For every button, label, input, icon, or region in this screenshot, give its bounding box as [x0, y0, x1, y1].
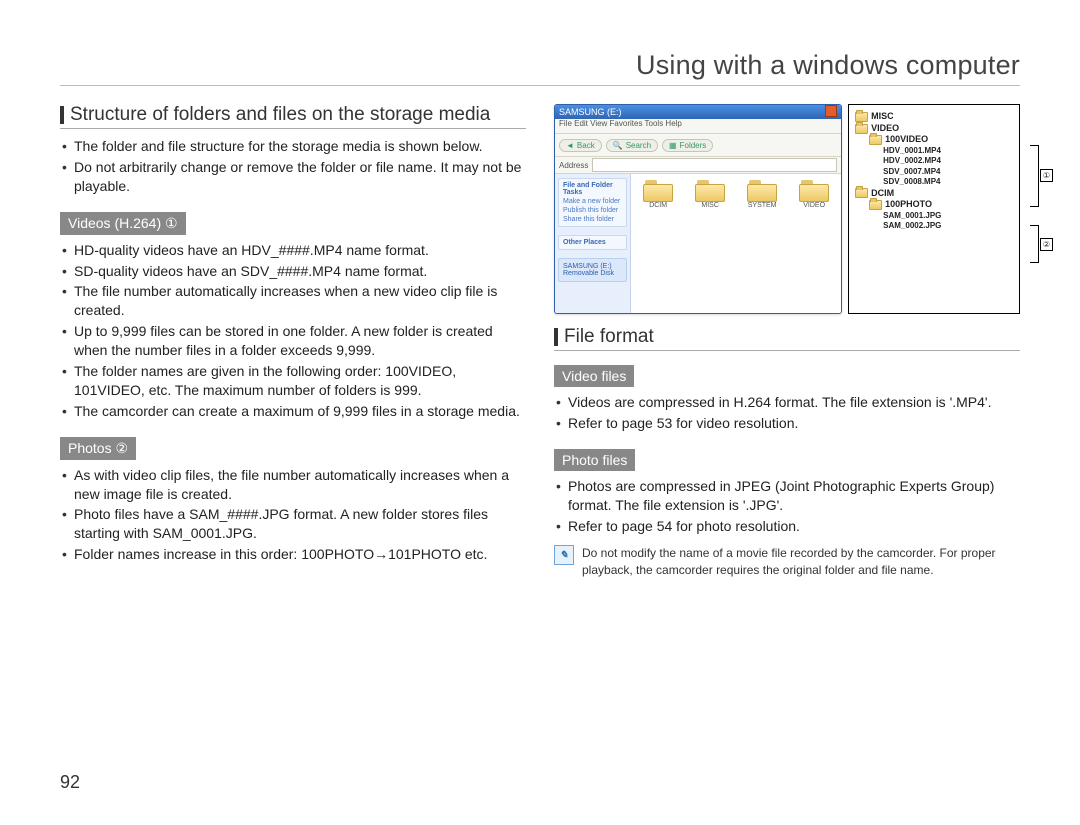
bullet: Folder names increase in this order: 100…: [60, 545, 526, 564]
folder-item: SYSTEM: [741, 180, 783, 209]
folder-item: DCIM: [637, 180, 679, 209]
folder-icon: [855, 112, 868, 122]
tree-node: MISC: [871, 111, 894, 123]
bullet: SD-quality videos have an SDV_####.MP4 n…: [60, 262, 526, 281]
note-icon: ✎: [554, 545, 574, 565]
bullet: The file number automatically increases …: [60, 282, 526, 320]
subheader-videos: Videos (H.264) ①: [60, 212, 186, 235]
left-column: Structure of folders and files on the st…: [60, 104, 526, 578]
task-link: Share this folder: [563, 216, 622, 223]
task-link: Publish this folder: [563, 207, 622, 214]
explorer-toolbar: ◄Back 🔍Search ▦Folders: [555, 134, 841, 157]
bullet: HD-quality videos have an HDV_####.MP4 n…: [60, 241, 526, 260]
details-sub: Removable Disk: [563, 270, 622, 277]
folder-icon: [855, 188, 868, 198]
explorer-menubar: File Edit View Favorites Tools Help: [555, 119, 841, 134]
bullet: The camcorder can create a maximum of 9,…: [60, 402, 526, 421]
folder-icon: [869, 135, 882, 145]
bullet: Refer to page 53 for video resolution.: [554, 414, 1020, 433]
bullet: Videos are compressed in H.264 format. T…: [554, 393, 1020, 412]
bracket-icon: [1030, 145, 1039, 207]
subheader-video-files: Video files: [554, 365, 634, 387]
bullet: Do not arbitrarily change or remove the …: [60, 158, 526, 196]
bullet: Photo files have a SAM_####.JPG format. …: [60, 505, 526, 543]
marker-1: ①: [1040, 169, 1053, 182]
subheader-photo-files: Photo files: [554, 449, 635, 471]
search-button: 🔍Search: [606, 139, 658, 152]
section-rule: [60, 128, 526, 129]
folder-icon: [799, 180, 829, 202]
bullet: The folder names are given in the follow…: [60, 362, 526, 400]
search-icon: 🔍: [613, 141, 623, 150]
title-rule: [60, 85, 1020, 86]
note-box: ✎ Do not modify the name of a movie file…: [554, 545, 1020, 577]
folder-icon: [643, 180, 673, 202]
video-files-bullets: Videos are compressed in H.264 format. T…: [554, 393, 1020, 433]
folders-button: ▦Folders: [662, 139, 713, 152]
tree-file: SAM_0002.JPG: [855, 221, 1013, 231]
explorer-sidepane: File and Folder Tasks Make a new folder …: [555, 174, 631, 314]
explorer-filepane: DCIM MISC SYSTEM VIDEO: [631, 174, 841, 314]
figure-explorer-tree: SAMSUNG (E:) File Edit View Favorites To…: [554, 104, 1020, 314]
folder-icon: ▦: [669, 141, 677, 150]
tree-file: SDV_0007.MP4: [855, 167, 1013, 177]
folder-icon: [855, 124, 868, 134]
bullet: The folder and file structure for the st…: [60, 137, 526, 156]
photos-bullets: As with video clip files, the file numbe…: [60, 466, 526, 564]
tree-file: HDV_0002.MP4: [855, 156, 1013, 166]
explorer-title: SAMSUNG (E:): [559, 107, 622, 117]
tree-file: SAM_0001.JPG: [855, 211, 1013, 221]
bullet: Up to 9,999 files can be stored in one f…: [60, 322, 526, 360]
address-input: [592, 158, 837, 172]
section-heading-fileformat: File format: [554, 326, 1020, 348]
folder-icon: [747, 180, 777, 202]
videos-bullets: HD-quality videos have an HDV_####.MP4 n…: [60, 241, 526, 421]
marker-2: ②: [1040, 238, 1053, 251]
folder-icon: [869, 200, 882, 210]
tree-node: 100VIDEO: [885, 134, 928, 146]
explorer-titlebar: SAMSUNG (E:): [555, 105, 841, 119]
bullet: Photos are compressed in JPEG (Joint Pho…: [554, 477, 1020, 515]
bullet: As with video clip files, the file numbe…: [60, 466, 526, 504]
back-icon: ◄: [566, 141, 574, 150]
subheader-photos: Photos ②: [60, 437, 136, 460]
page-number: 92: [60, 772, 80, 793]
back-button: ◄Back: [559, 139, 602, 152]
right-column: SAMSUNG (E:) File Edit View Favorites To…: [554, 104, 1020, 578]
folder-tree: MISC VIDEO 100VIDEO HDV_0001.MP4 HDV_000…: [848, 104, 1020, 314]
photo-files-bullets: Photos are compressed in JPEG (Joint Pho…: [554, 477, 1020, 536]
section-heading-structure: Structure of folders and files on the st…: [60, 104, 526, 126]
folder-item: VIDEO: [793, 180, 835, 209]
page-title: Using with a windows computer: [60, 50, 1020, 81]
tree-file: HDV_0001.MP4: [855, 146, 1013, 156]
tree-node: 100PHOTO: [885, 199, 932, 211]
folder-item: MISC: [689, 180, 731, 209]
tasks-title: File and Folder Tasks: [563, 182, 622, 196]
explorer-addressbar: Address: [555, 157, 841, 174]
other-places-title: Other Places: [563, 239, 622, 246]
bullet: Refer to page 54 for photo resolution.: [554, 517, 1020, 536]
details-title: SAMSUNG (E:): [563, 263, 622, 270]
close-icon: [825, 105, 837, 117]
address-label: Address: [559, 161, 588, 170]
bracket-icon: [1030, 225, 1039, 263]
details-box: SAMSUNG (E:) Removable Disk: [558, 258, 627, 282]
intro-bullets: The folder and file structure for the st…: [60, 137, 526, 196]
section-rule: [554, 350, 1020, 351]
note-text: Do not modify the name of a movie file r…: [582, 545, 1020, 577]
task-link: Make a new folder: [563, 198, 622, 205]
tree-file: SDV_0008.MP4: [855, 177, 1013, 187]
folder-icon: [695, 180, 725, 202]
explorer-window: SAMSUNG (E:) File Edit View Favorites To…: [554, 104, 842, 314]
